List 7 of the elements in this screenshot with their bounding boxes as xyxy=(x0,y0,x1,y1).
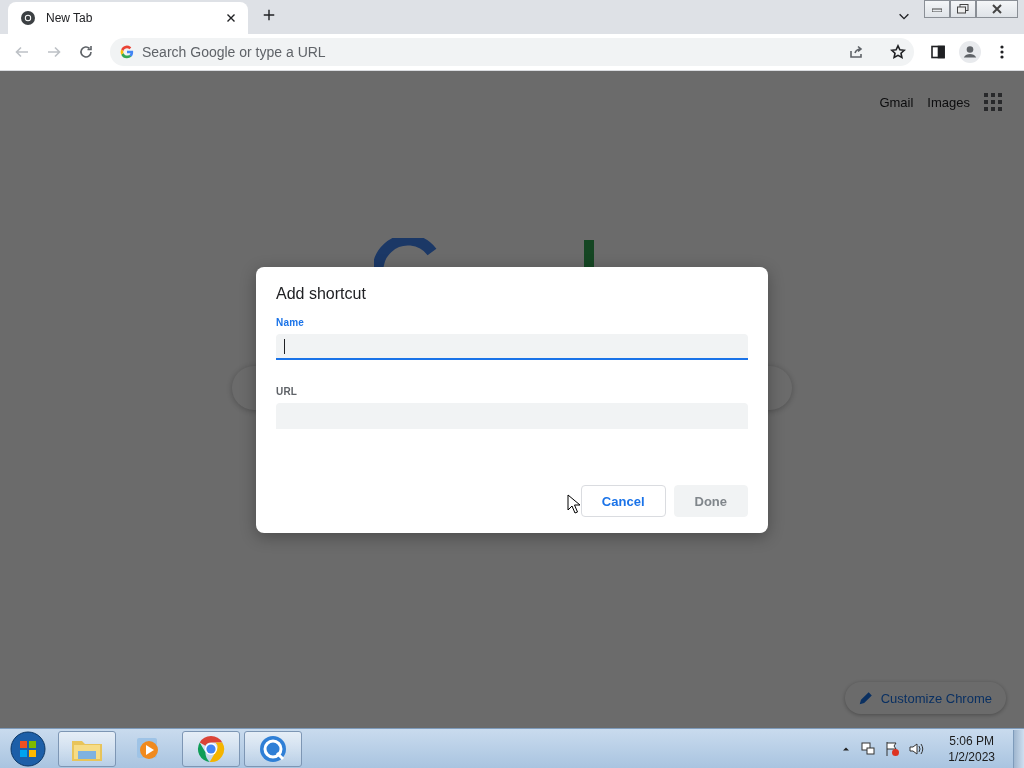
clock-date: 1/2/2023 xyxy=(948,749,995,764)
dialog-title: Add shortcut xyxy=(276,285,367,303)
field-label: Name xyxy=(276,317,306,328)
clock-time: 5:06 PM xyxy=(949,733,994,748)
field-label: URL xyxy=(276,386,299,397)
address-placeholder: Search Google or type a URL xyxy=(142,44,327,60)
tab-title: New Tab xyxy=(46,11,94,25)
